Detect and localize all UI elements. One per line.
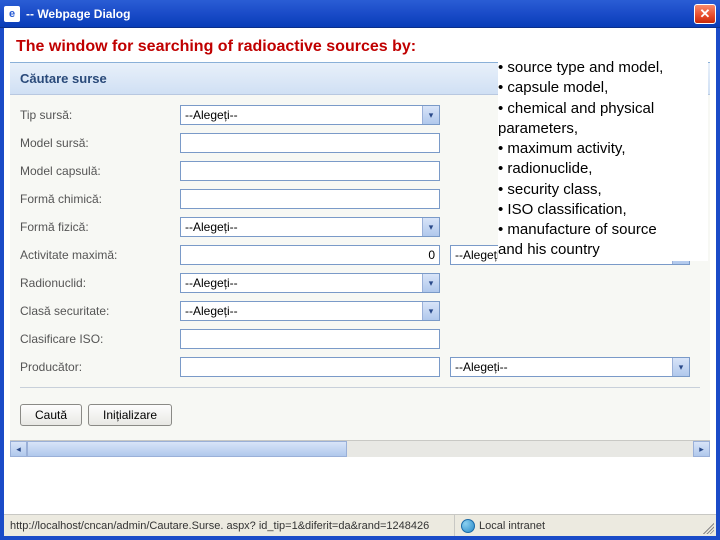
row-producator: Producător: ▾ [10,353,710,381]
label-producator: Producător: [20,360,180,374]
search-button[interactable]: Caută [20,404,82,426]
bullet-line: • capsule model, [498,78,708,98]
scroll-thumb[interactable] [27,441,347,457]
chevron-down-icon[interactable]: ▾ [422,274,439,292]
bullet-line: • manufacture of source [498,220,708,240]
label-model-sursa: Model sursă: [20,136,180,150]
select-radionuclid[interactable]: ▾ [180,273,440,293]
bullet-line: • radionuclide, [498,159,708,179]
bullet-line: • maximum activity, [498,139,708,159]
zone-label: Local intranet [479,520,545,532]
window-body: The window for searching of radioactive … [0,28,720,540]
button-row: Caută Inițializare [10,394,710,440]
bullet-line: • ISO classification, [498,200,708,220]
select-tip-sursa[interactable]: ▾ [180,105,440,125]
horizontal-scrollbar[interactable]: ◂ ▸ [10,440,710,457]
input-model-sursa[interactable] [180,133,440,153]
status-zone: Local intranet [461,519,545,533]
row-clasa-securitate: Clasă securitate: ▾ [10,297,710,325]
globe-icon [461,519,475,533]
chevron-down-icon[interactable]: ▾ [422,218,439,236]
input-producator[interactable] [180,357,440,377]
select-clasa-securitate-display[interactable] [180,301,440,321]
resize-grip-icon[interactable] [700,520,714,534]
select-tip-sursa-display[interactable] [180,105,440,125]
bullet-line: • source type and model, [498,58,708,78]
select-clasa-securitate[interactable]: ▾ [180,301,440,321]
input-forma-chimica[interactable] [180,189,440,209]
label-radionuclid: Radionuclid: [20,276,180,290]
bullet-line: • security class, [498,180,708,200]
input-activitate-maxima[interactable] [180,245,440,265]
chevron-down-icon[interactable]: ▾ [422,106,439,124]
scroll-left-button[interactable]: ◂ [10,441,27,457]
label-forma-chimica: Formă chimică: [20,192,180,206]
label-forma-fizica: Formă fizică: [20,220,180,234]
input-clasificare-iso[interactable] [180,329,440,349]
row-radionuclid: Radionuclid: ▾ [10,269,710,297]
page-caption: The window for searching of radioactive … [16,38,416,55]
bullet-line: parameters, [498,119,708,139]
ie-icon: e [4,6,20,22]
chevron-down-icon[interactable]: ▾ [422,302,439,320]
reset-button[interactable]: Inițializare [88,404,172,426]
row-clasificare-iso: Clasificare ISO: [10,325,710,353]
annotation-bullets: • source type and model, • capsule model… [498,58,708,261]
select-producator[interactable]: ▾ [450,357,690,377]
label-activitate-maxima: Activitate maximă: [20,248,180,262]
titlebar: e -- Webpage Dialog ✕ [0,0,720,28]
bullet-line: • chemical and physical [498,99,708,119]
caption-row: The window for searching of radioactive … [4,28,716,62]
close-button[interactable]: ✕ [694,4,716,24]
bullet-line: and his country [498,240,708,260]
select-forma-fizica-display[interactable] [180,217,440,237]
input-model-capsula[interactable] [180,161,440,181]
select-forma-fizica[interactable]: ▾ [180,217,440,237]
status-url: http://localhost/cncan/admin/Cautare.Sur… [10,515,455,536]
statusbar: http://localhost/cncan/admin/Cautare.Sur… [4,514,716,536]
scroll-right-button[interactable]: ▸ [693,441,710,457]
window-title: -- Webpage Dialog [26,7,694,21]
select-producator-display[interactable] [450,357,690,377]
label-clasificare-iso: Clasificare ISO: [20,332,180,346]
chevron-down-icon[interactable]: ▾ [672,358,689,376]
divider [20,387,700,388]
label-model-capsula: Model capsulă: [20,164,180,178]
select-radionuclid-display[interactable] [180,273,440,293]
label-clasa-securitate: Clasă securitate: [20,304,180,318]
label-tip-sursa: Tip sursă: [20,108,180,122]
